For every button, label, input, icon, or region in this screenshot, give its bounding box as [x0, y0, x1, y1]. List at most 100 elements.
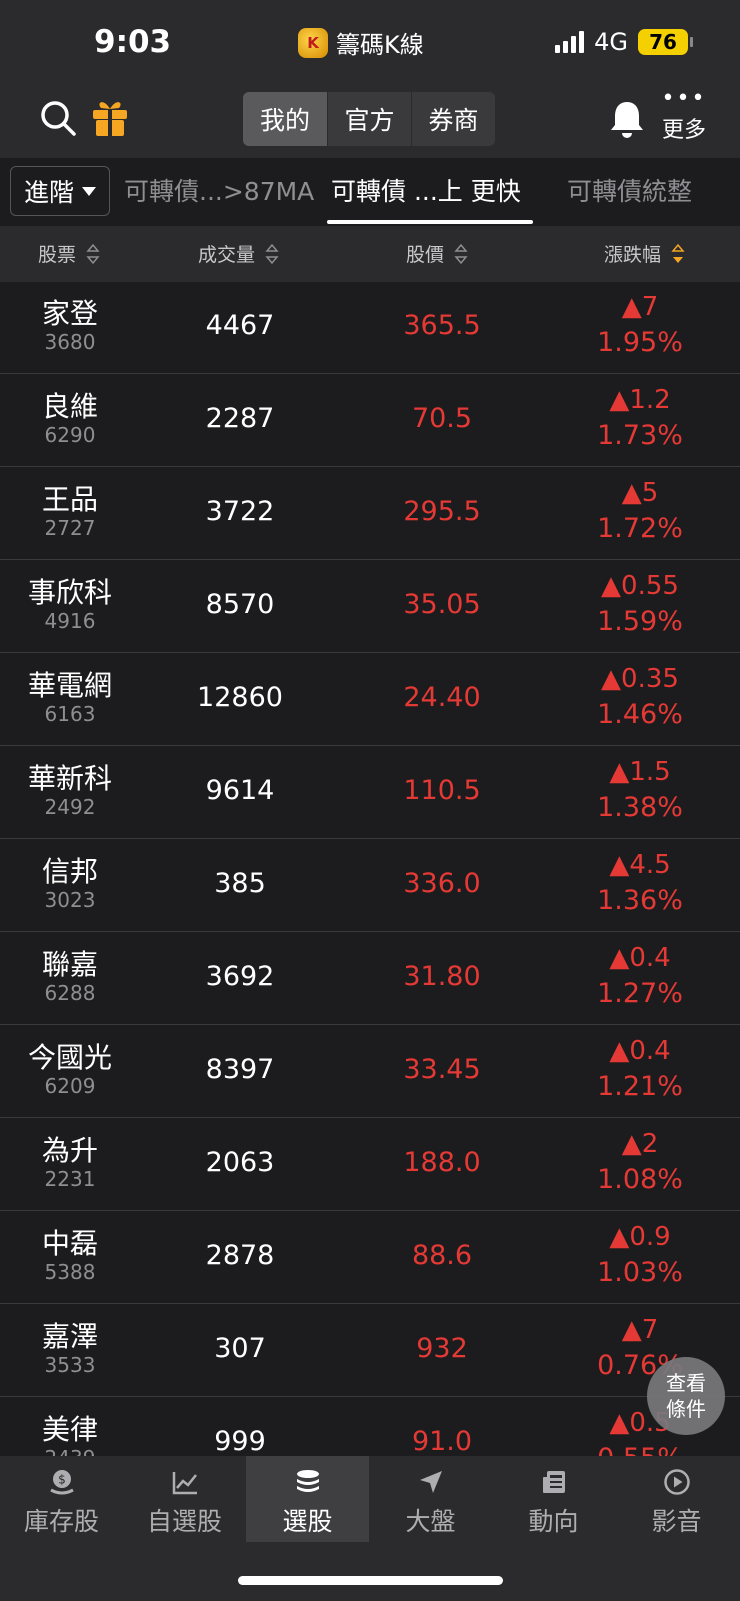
- stock-code: 3680: [44, 330, 96, 354]
- nav-market[interactable]: 大盤: [369, 1456, 492, 1542]
- segment-broker[interactable]: 券商: [411, 92, 495, 146]
- stock-change-pct: 1.27%: [597, 978, 683, 1009]
- nav-watchlist-label: 自選股: [146, 1507, 222, 1536]
- stock-volume: 3722: [205, 496, 275, 527]
- col-volume-header[interactable]: 成交量: [198, 240, 279, 267]
- stock-row[interactable]: 嘉澤 3533 307 932 ▲7 0.76%: [0, 1305, 740, 1397]
- stock-list: 家登 3680 4467 365.5 ▲7 1.95% 良維 6290 2287 70.5 ▲1.2…: [0, 282, 740, 1456]
- top-bar: 我的 官方 券商 ••• 更多: [0, 82, 740, 158]
- money-bag-icon: $: [49, 1470, 74, 1495]
- stock-change-pct: 1.59%: [597, 606, 683, 637]
- status-indicators: 4G 76: [555, 28, 693, 56]
- stock-row[interactable]: 家登 3680 4467 365.5 ▲7 1.95%: [0, 282, 740, 374]
- stock-row[interactable]: 信邦 3023 385 336.0 ▲4.5 1.36%: [0, 840, 740, 932]
- stock-code: 3023: [44, 888, 96, 912]
- source-segment-control: 我的 官方 券商: [243, 92, 495, 146]
- stock-change: ▲7: [621, 292, 659, 322]
- chevron-down-icon: [82, 186, 96, 196]
- stock-volume: 12860: [197, 682, 283, 713]
- segment-official[interactable]: 官方: [327, 92, 411, 146]
- stock-change-pct: 1.08%: [597, 1164, 683, 1195]
- search-icon[interactable]: [38, 98, 78, 138]
- view-conditions-button[interactable]: 查看 條件: [647, 1357, 725, 1435]
- tab-screener-3[interactable]: 可轉債統整: [567, 172, 692, 208]
- nav-market-label: 大盤: [405, 1507, 456, 1536]
- sort-icon: [86, 243, 100, 264]
- stock-price: 932: [416, 1333, 468, 1364]
- status-time: 9:03: [94, 24, 172, 60]
- stock-change: ▲1.2: [609, 385, 671, 415]
- stock-price: 295.5: [403, 496, 481, 527]
- stock-volume: 2063: [205, 1147, 275, 1178]
- nav-screener[interactable]: 選股: [246, 1456, 369, 1542]
- stock-volume: 999: [214, 1426, 266, 1456]
- col-price-header[interactable]: 股價: [406, 240, 468, 267]
- stock-price: 91.0: [411, 1426, 473, 1456]
- sort-desc-icon: [671, 243, 685, 263]
- col-volume-label: 成交量: [198, 244, 256, 266]
- stock-name: 今國光: [27, 1041, 112, 1074]
- stock-change-pct: 1.36%: [597, 885, 683, 916]
- stock-row[interactable]: 華電網 6163 12860 24.40 ▲0.35 1.46%: [0, 654, 740, 746]
- nav-trends[interactable]: 動向: [492, 1456, 615, 1542]
- play-circle-icon: [663, 1469, 690, 1495]
- stock-volume: 2287: [205, 403, 275, 434]
- advanced-dropdown[interactable]: 進階: [10, 166, 110, 216]
- app-name: 籌碼K線: [336, 31, 424, 59]
- stock-change: ▲0.55: [601, 571, 679, 601]
- stock-code: 2439: [0, 1446, 140, 1456]
- stock-code: 6163: [44, 702, 96, 726]
- status-bar: 9:03 K 籌碼K線 4G 76: [0, 0, 740, 82]
- gift-icon[interactable]: [90, 96, 130, 138]
- stock-price: 88.6: [411, 1240, 473, 1271]
- stock-volume: 8570: [205, 589, 275, 620]
- stock-code: 6288: [44, 981, 96, 1005]
- stock-price: 336.0: [403, 868, 481, 899]
- stock-name: 為升: [41, 1134, 98, 1167]
- stock-row[interactable]: 聯嘉 6288 3692 31.80 ▲0.4 1.27%: [0, 933, 740, 1025]
- col-stock-label: 股票: [38, 244, 77, 266]
- stock-row[interactable]: 美律243999991.0▲0.50.55%: [0, 1398, 740, 1456]
- nav-watchlist[interactable]: 自選股: [123, 1456, 246, 1542]
- stock-row[interactable]: 為升 2231 2063 188.0 ▲2 1.08%: [0, 1119, 740, 1211]
- nav-trends-label: 動向: [528, 1507, 579, 1536]
- segment-mine[interactable]: 我的: [243, 92, 327, 146]
- stock-code: 6209: [44, 1074, 96, 1098]
- tab-screener-2[interactable]: 可轉債 ...上 更快: [331, 172, 521, 208]
- stock-volume: 385: [214, 868, 266, 899]
- sort-icon: [265, 243, 279, 264]
- col-stock-header[interactable]: 股票: [38, 240, 100, 267]
- stock-change: ▲5: [621, 478, 659, 508]
- stock-volume: 9614: [205, 775, 275, 806]
- network-type: 4G: [594, 28, 628, 56]
- stock-change-pct: 1.21%: [597, 1071, 683, 1102]
- stock-price: 188.0: [403, 1147, 481, 1178]
- tab-screener-1[interactable]: 可轉債...>87MA: [124, 172, 314, 208]
- stock-row[interactable]: 事欣科 4916 8570 35.05 ▲0.55 1.59%: [0, 561, 740, 653]
- more-button[interactable]: ••• 更多: [660, 86, 708, 144]
- stock-name: 美律: [41, 1413, 98, 1446]
- app-logo-icon: K: [298, 27, 328, 58]
- stock-name: 信邦: [41, 855, 98, 888]
- stock-row[interactable]: 中磊 5388 2878 88.6 ▲0.9 1.03%: [0, 1212, 740, 1304]
- stock-code: 2231: [44, 1167, 96, 1191]
- more-label: 更多: [661, 118, 706, 143]
- stock-change-pct: 0.55%: [560, 1443, 720, 1456]
- stock-price: 33.45: [403, 1054, 481, 1085]
- stock-code: 5388: [44, 1260, 96, 1284]
- stock-name: 華電網: [27, 669, 112, 702]
- stock-row[interactable]: 華新科 2492 9614 110.5 ▲1.5 1.38%: [0, 747, 740, 839]
- stock-price: 24.40: [403, 682, 481, 713]
- stock-row[interactable]: 良維 6290 2287 70.5 ▲1.2 1.73%: [0, 375, 740, 467]
- stock-row[interactable]: 今國光 6209 8397 33.45 ▲0.4 1.21%: [0, 1026, 740, 1118]
- nav-screener-label: 選股: [282, 1507, 333, 1536]
- stock-change: ▲2: [621, 1129, 659, 1159]
- stock-change-pct: 1.95%: [597, 327, 683, 358]
- col-change-header[interactable]: 漲跌幅: [604, 240, 685, 267]
- bell-icon[interactable]: [606, 98, 648, 140]
- stock-row[interactable]: 王品 2727 3722 295.5 ▲5 1.72%: [0, 468, 740, 560]
- more-dots-icon: •••: [661, 86, 707, 111]
- nav-media[interactable]: 影音: [615, 1456, 738, 1542]
- stock-volume: 2878: [205, 1240, 275, 1271]
- nav-holdings[interactable]: $ 庫存股: [0, 1456, 123, 1542]
